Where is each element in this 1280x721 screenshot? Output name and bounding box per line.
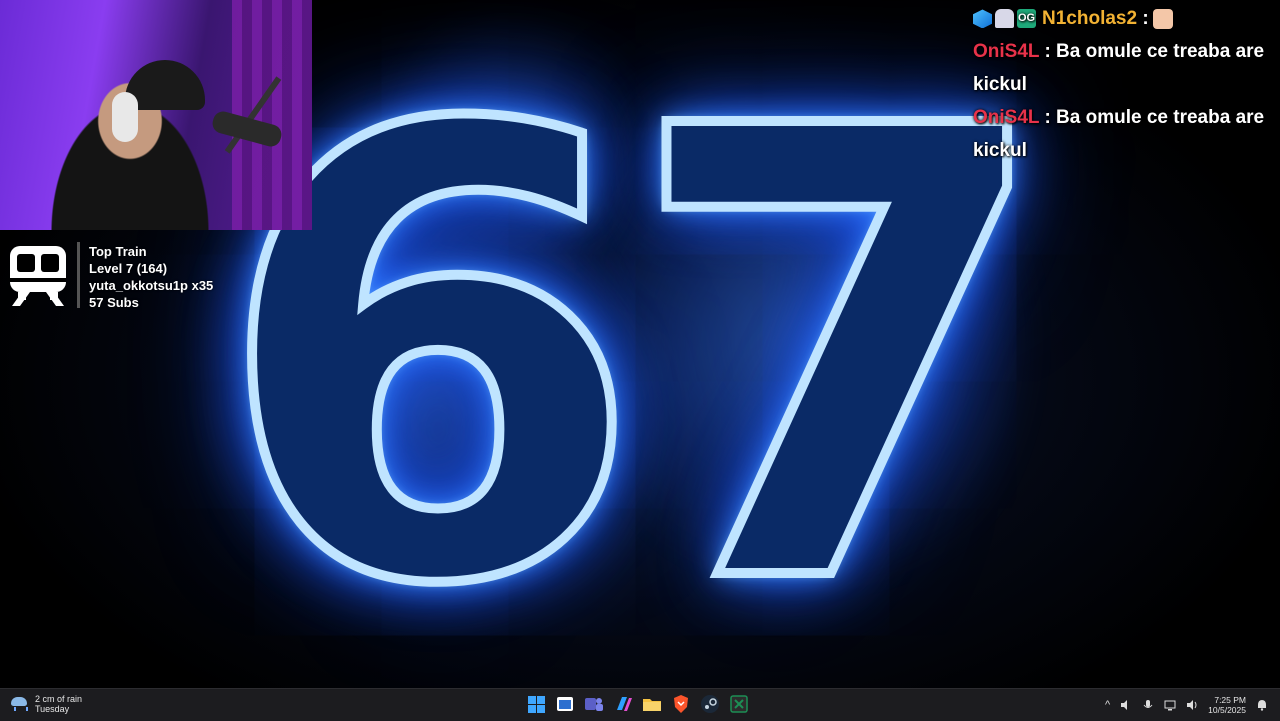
chat-separator: : [1039,41,1051,62]
train-icon [10,246,66,306]
network-icon[interactable] [1164,699,1176,711]
curtain [232,0,312,230]
brave-browser-icon[interactable] [670,693,692,715]
chat-username: OniS4L [973,107,1040,128]
terminal-icon[interactable] [554,693,576,715]
weather-text: 2 cm of rain Tuesday [35,694,82,714]
windows-start-icon[interactable] [525,693,547,715]
rain-cloud-icon [10,697,28,711]
cube-badge-icon [973,9,992,29]
divider [77,242,80,308]
clock[interactable]: 7:25 PM 10/5/2025 [1208,695,1246,715]
copilot-icon[interactable] [612,693,634,715]
chat-username: OniS4L [973,41,1040,62]
train-level: Level 7 (164) [89,261,168,276]
clock-date: 10/5/2025 [1208,705,1246,715]
top-train-widget: Top Train Level 7 (164) yuta_okkotsu1p x… [0,236,240,316]
chat-message: OG N1cholas2 : [973,2,1273,35]
og-badge-icon: OG [1017,9,1036,29]
weather-summary: 2 cm of rain [35,694,83,704]
audio-device-icon[interactable] [1120,699,1132,711]
weather-day: Tuesday [35,704,70,714]
excel-icon[interactable] [728,693,750,715]
pinned-apps [525,693,750,715]
cat-emote-icon [1152,8,1173,29]
chat-overlay: OG N1cholas2 : OniS4L : Ba omule ce trea… [973,2,1273,167]
chat-separator: : [1137,8,1149,29]
steam-icon[interactable] [699,693,721,715]
train-info: Top Train Level 7 (164) yuta_okkotsu1p x… [89,243,213,311]
teams-icon[interactable] [583,693,605,715]
volume-icon[interactable] [1186,699,1198,711]
chat-message: OniS4L : Ba omule ce treaba are kickul [973,35,1273,101]
file-explorer-icon[interactable] [641,693,663,715]
taskbar: 2 cm of rain Tuesday ^ 7:25 PM 10/5/2025 [0,688,1280,721]
chat-separator: : [1039,107,1051,128]
notification-bell-icon[interactable] [1256,699,1268,711]
train-subs: 57 Subs [89,295,139,310]
headphones [112,92,138,142]
robot-badge-icon [995,9,1014,29]
weather-widget[interactable]: 2 cm of rain Tuesday [10,694,82,714]
chat-message: OniS4L : Ba omule ce treaba are kickul [973,101,1273,167]
user-badges: OG [973,9,1036,29]
clock-time: 7:25 PM [1214,695,1246,705]
glowing-number-graphic: 67 [209,0,1062,688]
train-title: Top Train [89,244,147,259]
microphone-icon[interactable] [1142,699,1154,711]
chevron-up-icon[interactable]: ^ [1105,699,1110,711]
webcam-feed [0,0,312,230]
chat-username: N1cholas2 [1042,8,1138,29]
system-tray: ^ 7:25 PM 10/5/2025 [1105,689,1268,721]
train-top-user: yuta_okkotsu1p x35 [89,278,214,293]
